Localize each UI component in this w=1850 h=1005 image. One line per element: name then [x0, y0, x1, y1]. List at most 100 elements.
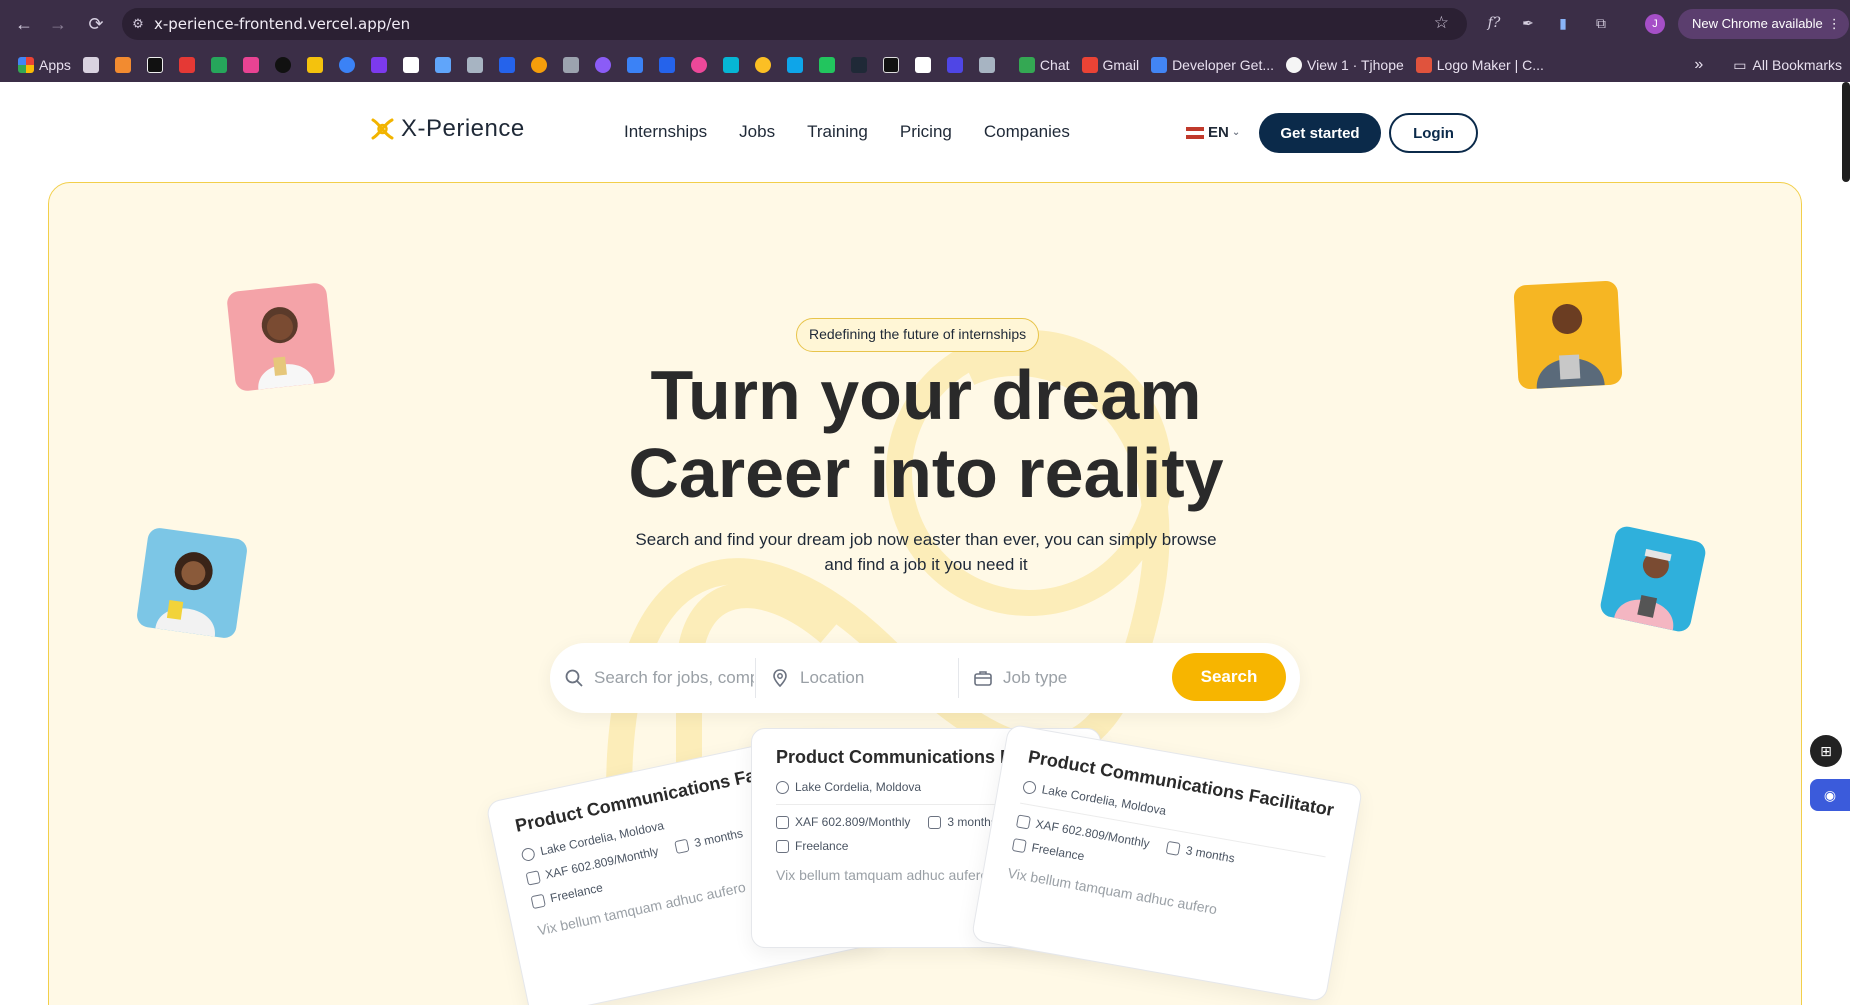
apps-grid-icon: [18, 57, 34, 73]
building-icon: [530, 893, 546, 909]
favicon-icon[interactable]: [594, 57, 611, 73]
bookmark-label: View 1 · Tjhope: [1307, 57, 1404, 73]
site-info-icon[interactable]: ⚙: [122, 16, 154, 32]
favicon-icon[interactable]: [242, 57, 259, 73]
flag-icon: [1186, 126, 1204, 139]
kebab-menu-icon[interactable]: ⋮: [1828, 9, 1841, 39]
bookmark-developer[interactable]: Developer Get...: [1151, 57, 1274, 73]
page-scrollbar[interactable]: [1842, 82, 1850, 182]
bookmark-star-icon[interactable]: ☆: [1434, 13, 1449, 33]
bookmark-github[interactable]: View 1 · Tjhope: [1286, 57, 1404, 73]
favicon-icon[interactable]: [146, 57, 163, 73]
language-selector[interactable]: EN ⌄: [1186, 124, 1240, 141]
hero-section: Redefining the future of internships Tur…: [48, 182, 1802, 1005]
favicon-icon[interactable]: [818, 57, 835, 73]
favicon-icon[interactable]: [850, 57, 867, 73]
site-header: X-Perience Internships Jobs Training Pri…: [0, 82, 1850, 182]
bookmark-favicons: [82, 57, 1011, 73]
back-arrow-icon[interactable]: ←: [12, 12, 36, 36]
favicon-icon[interactable]: [210, 57, 227, 73]
pen-extension-icon[interactable]: ✒: [1517, 12, 1539, 34]
location-field[interactable]: [756, 643, 958, 713]
chat-bot-icon[interactable]: ◉: [1810, 779, 1850, 811]
favicon-icon[interactable]: [498, 57, 515, 73]
favicon-icon[interactable]: [434, 57, 451, 73]
url-text[interactable]: x-perience-frontend.vercel.app/en: [154, 15, 410, 33]
grid-widget-icon[interactable]: ⊞: [1810, 735, 1842, 767]
type-text: Freelance: [548, 880, 605, 906]
bookmark-label: Chat: [1039, 57, 1070, 73]
toolbar: ← → ⟳ ⚙ x-perience-frontend.vercel.app/e…: [0, 0, 1850, 48]
reload-icon[interactable]: ⟳: [84, 12, 108, 36]
nav-jobs[interactable]: Jobs: [739, 122, 775, 142]
get-started-button[interactable]: Get started: [1259, 113, 1381, 153]
job-type-input[interactable]: [1003, 668, 1153, 688]
favicon-icon[interactable]: [114, 57, 131, 73]
favicon-icon[interactable]: [946, 57, 963, 73]
flag-favicon-icon[interactable]: [658, 57, 675, 73]
salary-text: XAF 602.809/Monthly: [795, 815, 911, 829]
location-pin-icon: [776, 780, 789, 794]
logo-maker-icon: [1415, 57, 1432, 73]
login-button[interactable]: Login: [1389, 113, 1478, 153]
grid-favicon-icon[interactable]: [82, 57, 99, 73]
youtube-icon[interactable]: [178, 57, 195, 73]
hero-title-line2: Career into reality: [628, 434, 1224, 512]
favicon-icon[interactable]: [306, 57, 323, 73]
extensions-puzzle-icon[interactable]: ⧉: [1590, 12, 1612, 34]
favicon-icon[interactable]: [466, 57, 483, 73]
site-logo[interactable]: X-Perience: [370, 115, 525, 143]
job-type-field[interactable]: [959, 643, 1159, 713]
folder-icon: ▭: [1733, 56, 1747, 73]
nav-pricing[interactable]: Pricing: [900, 122, 952, 142]
calendar-icon: [928, 815, 942, 829]
favicon-icon[interactable]: [274, 57, 291, 73]
new-chrome-label: New Chrome available: [1692, 16, 1823, 31]
briefcase-icon: [974, 671, 992, 686]
profile-avatar[interactable]: J: [1645, 14, 1665, 34]
bookmark-label: Apps: [39, 57, 71, 73]
money-icon: [525, 869, 541, 886]
favicon-icon[interactable]: [562, 57, 579, 73]
favicon-icon[interactable]: [882, 57, 899, 73]
favicon-icon[interactable]: [530, 57, 547, 73]
bookmark-apps[interactable]: Apps: [18, 57, 71, 73]
type-text: Freelance: [795, 839, 849, 853]
favicon-icon[interactable]: [786, 57, 803, 73]
all-bookmarks[interactable]: All Bookmarks: [1753, 57, 1842, 73]
keyword-field[interactable]: [550, 643, 755, 713]
favicon-icon[interactable]: [754, 57, 771, 73]
nav-training[interactable]: Training: [807, 122, 868, 142]
bookmark-gmail[interactable]: Gmail: [1081, 57, 1140, 73]
favicon-icon[interactable]: [626, 57, 643, 73]
nav-companies[interactable]: Companies: [984, 122, 1070, 142]
favicon-icon[interactable]: [978, 57, 995, 73]
logo-text: X-Perience: [401, 115, 525, 142]
favicon-icon[interactable]: [722, 57, 739, 73]
bookmark-label: Developer Get...: [1172, 57, 1274, 73]
search-input[interactable]: [594, 668, 754, 688]
bookmarks-right: » ▭ All Bookmarks: [1694, 48, 1842, 82]
bookmark-chat[interactable]: Chat: [1018, 57, 1070, 73]
bookmark-logo-maker[interactable]: Logo Maker | C...: [1415, 57, 1544, 73]
location-input[interactable]: [800, 668, 950, 688]
dribbble-icon[interactable]: [690, 57, 707, 73]
forward-arrow-icon[interactable]: →: [46, 12, 70, 36]
bookmark-label: Gmail: [1102, 57, 1140, 73]
search-button[interactable]: Search: [1172, 653, 1286, 701]
hero-title-line1: Turn your dream: [650, 356, 1202, 434]
favicon-icon[interactable]: [370, 57, 387, 73]
favicon-icon[interactable]: [914, 57, 931, 73]
formula-extension-icon[interactable]: f?: [1483, 12, 1505, 34]
language-code: EN: [1208, 124, 1229, 141]
nav-internships[interactable]: Internships: [624, 122, 707, 142]
money-icon: [776, 815, 789, 829]
docs-extension-icon[interactable]: ▮: [1552, 12, 1574, 34]
bookmarks-overflow-icon[interactable]: »: [1694, 56, 1703, 74]
calendar-icon: [1166, 840, 1182, 856]
new-chrome-button[interactable]: New Chrome available ⋮: [1678, 9, 1849, 39]
address-bar[interactable]: ⚙ x-perience-frontend.vercel.app/en ☆: [122, 8, 1467, 40]
profile-photo: [135, 526, 249, 640]
favicon-icon[interactable]: [338, 57, 355, 73]
favicon-icon[interactable]: [402, 57, 419, 73]
